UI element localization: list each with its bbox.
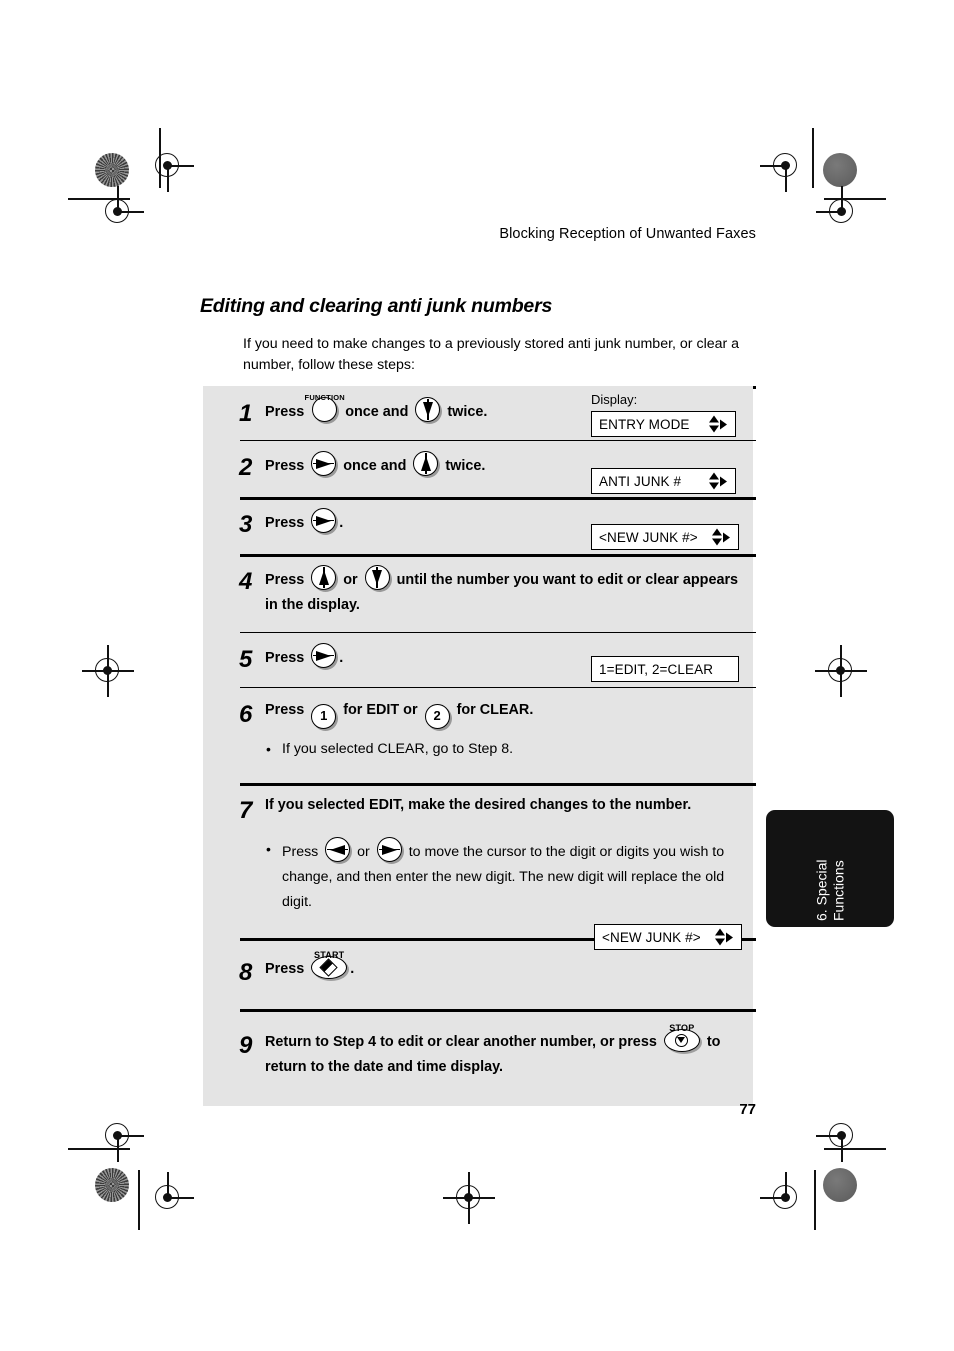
bullet-icon: •	[266, 741, 271, 757]
step-text-post: .	[339, 515, 344, 531]
step-instruction: Press START .	[265, 950, 756, 982]
page-number: 77	[739, 1101, 756, 1118]
registration-mark-lower-right	[816, 1110, 868, 1162]
step-6-note: • If you selected CLEAR, go to Step 8.	[266, 737, 756, 762]
halftone-target-top-right	[823, 153, 857, 187]
display-scroll-arrows-icon	[709, 415, 727, 433]
registration-mark-bottom-center	[443, 1172, 495, 1224]
display-box-step-5: 1=EDIT, 2=CLEAR	[591, 656, 739, 682]
right-arrow-key-icon[interactable]	[311, 508, 337, 533]
step-instruction: If you selected EDIT, make the desired c…	[265, 794, 756, 816]
down-arrow-key-icon[interactable]	[364, 565, 390, 590]
step-instruction: Press 1 for EDIT or 2 for CLEAR.	[265, 698, 756, 729]
start-key-icon[interactable]: START	[311, 950, 348, 979]
stop-key-icon[interactable]: STOP	[663, 1023, 700, 1052]
halftone-target-top-left	[95, 153, 129, 187]
right-arrow-key-icon[interactable]	[376, 837, 402, 862]
display-column-label: Display:	[591, 392, 638, 407]
display-text: <NEW JUNK #>	[599, 529, 698, 545]
registration-mark-top-left	[142, 140, 194, 192]
step-number: 2	[239, 454, 253, 481]
function-key-label: FUNCTION	[304, 393, 345, 402]
step-text-pre: Press	[265, 404, 305, 420]
display-text: <NEW JUNK #>	[602, 929, 701, 945]
note-text-mid: or	[357, 844, 370, 860]
digit-2-key-icon[interactable]: 2	[424, 704, 450, 729]
display-scroll-arrows-icon	[709, 472, 727, 490]
registration-mark-upper-right	[816, 186, 868, 238]
registration-mark-bottom-right	[760, 1172, 812, 1224]
step-text-pre: Return to Step 4 to edit or clear anothe…	[265, 1034, 657, 1050]
step-text-pre: Press	[265, 961, 305, 977]
function-key-icon[interactable]: FUNCTION	[305, 393, 345, 422]
display-box-step-3: <NEW JUNK #>	[591, 524, 739, 550]
step-text-pre: Press	[265, 702, 305, 718]
display-scroll-arrows-icon	[712, 528, 730, 546]
running-header: Blocking Reception of Unwanted Faxes	[499, 226, 756, 242]
up-arrow-key-icon[interactable]	[413, 451, 439, 476]
note-text: If you selected CLEAR, go to Step 8.	[282, 741, 514, 757]
up-arrow-key-icon[interactable]	[311, 565, 337, 590]
step-4: 4 Press or until the number you want to …	[239, 554, 756, 618]
step-heading-text: If you selected EDIT, make the desired c…	[265, 797, 692, 813]
bullet-icon: •	[266, 841, 271, 857]
crop-line-bottom-left-vertical	[138, 1170, 140, 1230]
display-text: ENTRY MODE	[599, 416, 690, 432]
display-box-step-8: <NEW JUNK #>	[594, 924, 742, 950]
registration-mark-bottom-left	[142, 1172, 194, 1224]
step-text-pre: Press	[265, 515, 305, 531]
step-text-pre: Press	[265, 650, 305, 666]
step-number: 4	[239, 568, 253, 595]
step-text-post: for CLEAR.	[456, 702, 534, 718]
crop-line-bottom-right-vertical	[814, 1170, 816, 1230]
display-box-step-1: ENTRY MODE	[591, 411, 736, 437]
page-title: Editing and clearing anti junk numbers	[200, 295, 553, 317]
step-text-pre: Press	[265, 572, 305, 588]
step-7-note: • Press or to move the cursor to the dig…	[266, 837, 756, 915]
step-text-post: .	[350, 961, 355, 977]
note-text-pre: Press	[282, 844, 319, 860]
registration-mark-top-right	[760, 140, 812, 192]
step-instruction: Return to Step 4 to edit or clear anothe…	[265, 1023, 756, 1080]
step-number: 5	[239, 646, 253, 673]
step-text-mid: or	[343, 572, 358, 588]
right-arrow-key-icon[interactable]	[311, 643, 337, 668]
intro-paragraph: If you need to make changes to a previou…	[243, 336, 740, 373]
chapter-tab: 6. Special Functions	[766, 810, 894, 927]
note-text: Press or to move the cursor to the digit…	[282, 837, 752, 915]
step-text-mid: once and	[345, 404, 409, 420]
right-arrow-key-icon[interactable]	[311, 451, 337, 476]
step-instruction: Press or until the number you want to ed…	[265, 565, 756, 618]
halftone-target-bottom-left	[95, 1168, 129, 1202]
step-number: 8	[239, 959, 253, 986]
step-number: 1	[239, 400, 253, 427]
registration-mark-middle-left	[82, 645, 134, 697]
step-text-post: twice.	[447, 404, 488, 420]
display-box-step-2: ANTI JUNK #	[591, 468, 736, 494]
step-6: 6 Press 1 for EDIT or 2 for CLEAR. • If …	[239, 687, 756, 762]
step-text-post: twice.	[445, 458, 486, 474]
digit-1-key-icon[interactable]: 1	[311, 704, 337, 729]
registration-mark-middle-right	[815, 645, 867, 697]
step-text-pre: Press	[265, 458, 305, 474]
display-scroll-arrows-icon	[715, 928, 733, 946]
step-9: 9 Return to Step 4 to edit or clear anot…	[239, 1009, 756, 1080]
step-text-post: .	[339, 650, 344, 666]
step-number: 3	[239, 511, 253, 538]
display-text: ANTI JUNK #	[599, 473, 682, 489]
step-7: 7 If you selected EDIT, make the desired…	[239, 783, 756, 915]
step-number: 6	[239, 701, 253, 728]
step-number: 9	[239, 1032, 253, 1059]
step-number: 7	[239, 797, 253, 824]
halftone-target-bottom-right	[823, 1168, 857, 1202]
steps-panel: 1 Press FUNCTION once and twice. 2 Press	[203, 386, 756, 1106]
display-text: 1=EDIT, 2=CLEAR	[599, 661, 714, 677]
down-arrow-key-icon[interactable]	[415, 397, 441, 422]
step-text-mid: for EDIT or	[343, 702, 418, 718]
left-arrow-key-icon[interactable]	[325, 837, 351, 862]
crop-line-top-right-vertical	[812, 128, 814, 188]
chapter-tab-label: 6. Special Functions	[813, 859, 847, 921]
step-text-mid: once and	[343, 458, 407, 474]
